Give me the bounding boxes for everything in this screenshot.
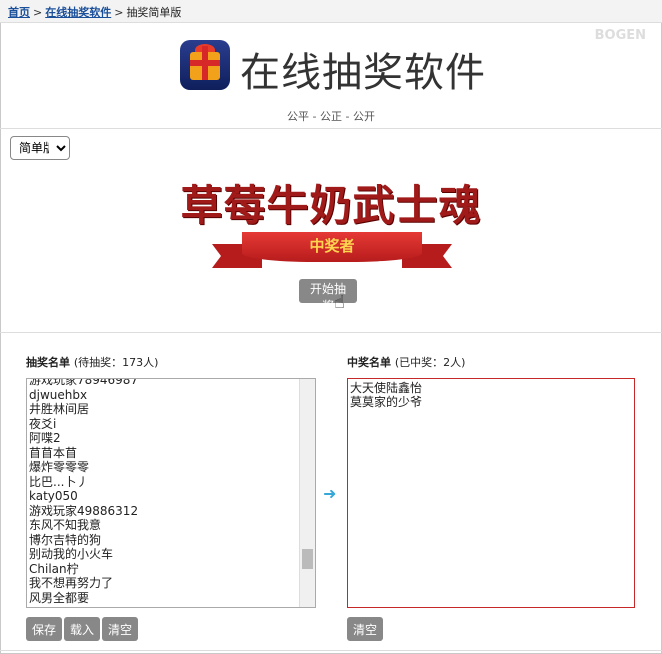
divider bbox=[0, 128, 662, 129]
start-draw-button[interactable]: 开始抽奖 bbox=[299, 279, 357, 313]
winners-count: (已中奖：2人) bbox=[394, 356, 466, 369]
clear-pool-button[interactable]: 清空 bbox=[102, 617, 139, 641]
pool-list-item: 游戏玩家78946987 bbox=[29, 378, 139, 387]
pool-list-item: katy050 bbox=[29, 489, 78, 503]
pool-list-item: 夜爻i bbox=[29, 416, 57, 431]
pool-list-item: 别动我的小火车 bbox=[29, 547, 114, 561]
pool-list-item: Chilan柠 bbox=[29, 561, 79, 576]
gift-icon bbox=[180, 40, 230, 90]
header: 在线抽奖软件 bbox=[0, 36, 662, 96]
breadcrumb-separator: > bbox=[114, 6, 124, 19]
divider bbox=[0, 332, 662, 333]
winner-name-display: 草莓牛奶武士魂 bbox=[180, 181, 482, 230]
ribbon-label: 中奖者 bbox=[242, 232, 422, 262]
pool-list-item: 爆炸零零零 bbox=[29, 460, 90, 474]
pool-list-item: 阿喋2 bbox=[29, 431, 61, 445]
pool-title: 抽奖名单 bbox=[26, 356, 70, 369]
pool-list: 游戏玩家78946987 djwuehbx 井胜林间居 夜爻i 阿喋2 苜苜本苜 爆炸零零零… bbox=[29, 378, 139, 605]
winner-ribbon: 中奖者 bbox=[212, 232, 452, 272]
motto: 公平 - 公正 - 公开 bbox=[287, 110, 375, 123]
breadcrumb-software-link[interactable]: 在线抽奖软件 bbox=[45, 6, 111, 19]
load-button[interactable]: 载入 bbox=[64, 617, 101, 641]
pool-list-item: 苜苜本苜 bbox=[29, 445, 78, 460]
scrollbar-thumb[interactable] bbox=[302, 549, 313, 569]
save-button[interactable]: 保存 bbox=[26, 617, 63, 641]
pool-scrollbar[interactable] bbox=[299, 379, 315, 607]
breadcrumb-separator: > bbox=[33, 6, 43, 19]
pool-list-item: 游戏玩家49886312 bbox=[29, 503, 139, 518]
winner-list-item: 大天使陆鑫怡 bbox=[350, 381, 423, 395]
pool-count: (待抽奖：173人) bbox=[73, 356, 159, 369]
page-title: 在线抽奖软件 bbox=[240, 50, 486, 96]
pool-list-item: 井胜林间居 bbox=[29, 402, 90, 416]
breadcrumb-current: 抽奖简单版 bbox=[126, 6, 182, 19]
pool-list-item: 我不想再努力了 bbox=[29, 576, 114, 590]
pool-label: 抽奖名单 (待抽奖：173人) bbox=[26, 354, 158, 370]
pool-textarea[interactable]: 游戏玩家78946987 djwuehbx 井胜林间居 夜爻i 阿喋2 苜苜本苜 爆炸零零零… bbox=[26, 378, 316, 608]
winner-list-item: 莫莫家的少爷 bbox=[350, 395, 423, 409]
hand-cursor-icon: ☝ bbox=[334, 292, 345, 313]
pool-list-item: 风男全都要 bbox=[29, 590, 90, 605]
clear-winners-button[interactable]: 清空 bbox=[347, 617, 384, 641]
winners-label: 中奖名单 (已中奖：2人) bbox=[347, 354, 465, 370]
pool-list-item: 比巴...卜丿 bbox=[29, 474, 89, 489]
breadcrumb-home-link[interactable]: 首页 bbox=[8, 6, 30, 19]
pool-list-item: 博尔吉特的狗 bbox=[29, 532, 102, 547]
pool-list-item: djwuehbx bbox=[29, 387, 88, 402]
winners-list: 大天使陆鑫怡 莫莫家的少爷 bbox=[350, 381, 422, 409]
arrow-right-icon: ➜ bbox=[323, 484, 337, 503]
pool-list-item: 东风不知我意 bbox=[29, 518, 102, 532]
winners-textarea[interactable]: 大天使陆鑫怡 莫莫家的少爷 bbox=[347, 378, 635, 608]
divider bbox=[0, 650, 662, 651]
breadcrumb: 首页 > 在线抽奖软件 > 抽奖简单版 bbox=[0, 0, 662, 23]
version-select[interactable]: 简单版 bbox=[10, 136, 70, 160]
winners-title: 中奖名单 bbox=[347, 356, 391, 369]
